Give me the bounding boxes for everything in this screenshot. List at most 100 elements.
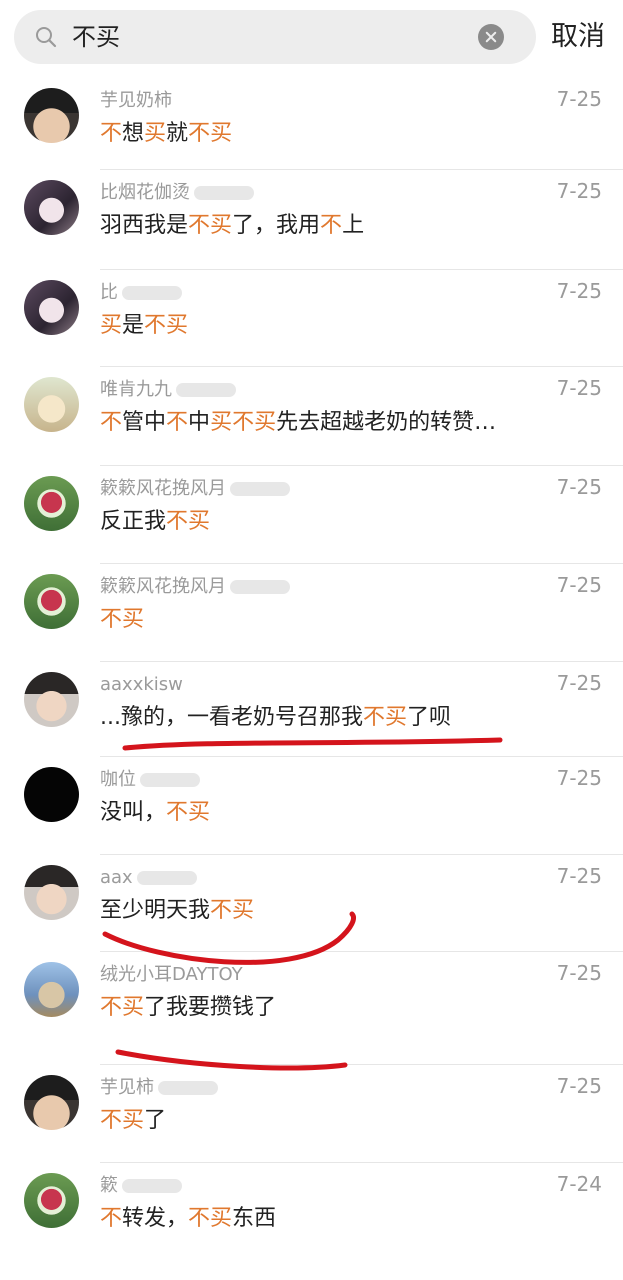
sender-name: aax: [100, 867, 197, 889]
result-row[interactable]: 唯肯九九 7-25 不管中不中买不买先去超越老奶的转赞…: [0, 367, 623, 466]
message-text: ...豫的，一看老奶号召那我不买了呗: [100, 704, 451, 732]
avatar[interactable]: [24, 1075, 79, 1130]
search-match: 不买: [166, 509, 211, 534]
search-icon: [36, 27, 57, 48]
message-text: 没叫，不买: [100, 799, 210, 827]
result-row[interactable]: 芋见柿 7-25 不买了: [0, 1065, 623, 1163]
message-date: 7-25: [556, 376, 602, 400]
message-date: 7-25: [556, 573, 602, 597]
redaction-smudge: [158, 1081, 218, 1095]
redaction-smudge: [230, 482, 290, 496]
sender-name-text: 芋见柿: [100, 1077, 154, 1098]
sender-name: 比: [100, 282, 182, 304]
sender-name: 比烟花伽烫: [100, 182, 254, 204]
message-date: 7-25: [556, 279, 602, 303]
message-segment: 转发，: [122, 1206, 189, 1231]
message-segment: 了呗: [407, 705, 452, 730]
result-row[interactable]: aax 7-25 至少明天我不买: [0, 855, 623, 952]
message-text: 买是不买: [100, 312, 188, 340]
search-match: 不买: [362, 705, 407, 730]
result-row[interactable]: 芋见奶柿 7-25 不想买就不买: [0, 78, 623, 170]
message-text: 不买了: [100, 1107, 166, 1135]
search-match: 不买: [100, 607, 145, 632]
result-row[interactable]: 簌簌风花挽风月 7-25 反正我不买: [0, 466, 623, 564]
search-match: 不买: [100, 1108, 145, 1133]
avatar[interactable]: [24, 962, 79, 1017]
search-input[interactable]: 不买: [72, 23, 120, 51]
sender-name: 芋见奶柿: [100, 90, 172, 112]
redaction-smudge: [136, 871, 197, 885]
message-segment: 想: [122, 121, 145, 146]
sender-name: 芋见柿: [100, 1077, 218, 1099]
search-match: 买: [144, 121, 167, 146]
result-row[interactable]: aaxxkisw 7-25 ...豫的，一看老奶号召那我不买了呗: [0, 662, 623, 757]
message-segment: 了我要攒钱了: [144, 995, 277, 1020]
avatar[interactable]: [24, 88, 79, 143]
message-segment: 先去超越老奶的转赞…: [276, 410, 497, 435]
search-match: 不: [100, 121, 123, 146]
message-segment: 上: [342, 213, 365, 238]
avatar[interactable]: [24, 1173, 79, 1228]
sender-name: 唯肯九九: [100, 379, 236, 401]
search-bar: 不买 取消: [0, 0, 623, 76]
redaction-smudge: [176, 383, 236, 397]
search-match: 不: [100, 410, 123, 435]
message-text: 不管中不中买不买先去超越老奶的转赞…: [100, 409, 496, 437]
message-segment: 反正我: [100, 509, 167, 534]
message-segment: 就: [166, 121, 189, 146]
avatar[interactable]: [24, 377, 79, 432]
sender-name: 簌: [100, 1175, 182, 1197]
search-match: 不买: [188, 213, 233, 238]
avatar[interactable]: [24, 280, 79, 335]
result-row[interactable]: 簌簌风花挽风月 7-25 不买: [0, 564, 623, 662]
message-date: 7-25: [556, 961, 602, 985]
redaction-smudge: [194, 186, 254, 200]
clear-icon[interactable]: [478, 24, 504, 50]
search-box[interactable]: 不买: [14, 10, 536, 64]
message-segment: ...豫的，一看老奶号召那我: [100, 705, 363, 730]
message-segment: 东西: [232, 1206, 277, 1231]
avatar[interactable]: [24, 476, 79, 531]
message-date: 7-25: [556, 864, 602, 888]
message-segment: 是: [122, 313, 145, 338]
result-row[interactable]: 比烟花伽烫 7-25 羽西我是不买了，我用不上: [0, 170, 623, 270]
message-text: 不买: [100, 606, 144, 634]
sender-name-text: 唯肯九九: [100, 379, 172, 400]
message-segment: 了: [144, 1108, 167, 1133]
search-match: 不: [166, 410, 189, 435]
result-row[interactable]: 咖位 7-25 没叫，不买: [0, 757, 623, 855]
message-segment: 了，我用: [232, 213, 321, 238]
redaction-smudge: [230, 580, 290, 594]
sender-name-text: 簌: [100, 1175, 118, 1196]
result-row[interactable]: 绒光小耳DAYTOY 7-25 不买了我要攒钱了: [0, 952, 623, 1065]
avatar[interactable]: [24, 672, 79, 727]
cancel-button[interactable]: 取消: [551, 21, 605, 53]
sender-name: 绒光小耳DAYTOY: [100, 964, 243, 986]
redaction-smudge: [140, 773, 200, 787]
search-match: 不买: [188, 121, 233, 146]
message-text: 反正我不买: [100, 508, 210, 536]
message-date: 7-25: [556, 766, 602, 790]
sender-name-text: 比: [100, 282, 118, 303]
message-text: 不转发，不买东西: [100, 1205, 276, 1233]
message-date: 7-25: [556, 87, 602, 111]
result-row[interactable]: 比 7-25 买是不买: [0, 270, 623, 367]
message-segment: 中: [188, 410, 211, 435]
redaction-smudge: [122, 1179, 182, 1193]
result-row[interactable]: 簌 7-24 不转发，不买东西: [0, 1163, 623, 1280]
sender-name-text: aax: [100, 867, 133, 888]
sender-name-text: 比烟花伽烫: [100, 182, 190, 203]
sender-name: 咖位: [100, 769, 200, 791]
search-match: 不买: [144, 313, 189, 338]
sender-name-text: 芋见奶柿: [100, 90, 172, 111]
message-segment: 没叫，: [100, 800, 167, 825]
search-match: 不买: [166, 800, 211, 825]
message-date: 7-24: [556, 1172, 602, 1196]
sender-name-text: 绒光小耳DAYTOY: [100, 964, 243, 985]
avatar[interactable]: [24, 767, 79, 822]
avatar[interactable]: [24, 865, 79, 920]
sender-name-text: 簌簌风花挽风月: [100, 478, 226, 499]
message-date: 7-25: [556, 179, 602, 203]
avatar[interactable]: [24, 180, 79, 235]
avatar[interactable]: [24, 574, 79, 629]
